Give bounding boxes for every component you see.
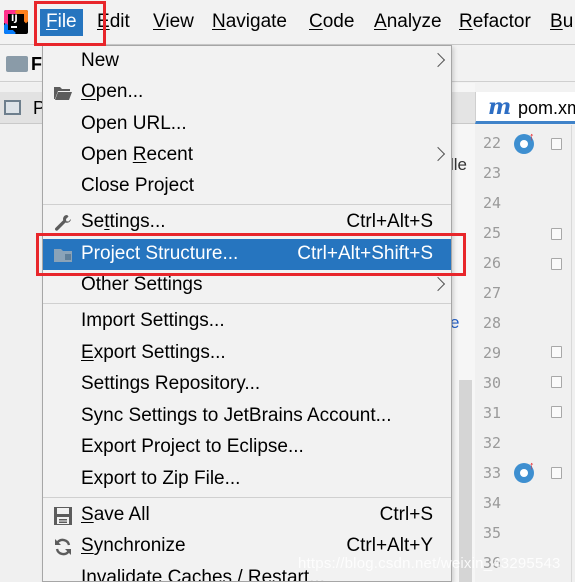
menu-item-label: Open Recent <box>81 144 193 165</box>
line-number: 23 <box>483 164 502 182</box>
line-number: 33 <box>483 464 502 482</box>
menu-item-open-recent[interactable]: Open Recent <box>43 140 451 171</box>
menu-item-open[interactable]: Open... <box>43 77 451 108</box>
project-tree-scrollbar[interactable] <box>459 380 472 582</box>
watermark: https://blog.csdn.net/weixin_43295543 <box>298 555 561 572</box>
menu-item-project-structure[interactable]: Project Structure... Ctrl+Alt+Shift+S <box>43 239 451 270</box>
editor-tab-pom[interactable]: m pom.xm <box>475 92 575 124</box>
open-folder-icon <box>54 87 72 100</box>
menu-analyze[interactable]: Analyze <box>374 11 442 33</box>
menu-item-label: Invalidate Caches / Restart... <box>81 567 325 582</box>
project-structure-icon <box>54 249 72 262</box>
menu-item-label: Other Settings <box>81 274 203 295</box>
menu-separator <box>43 303 451 304</box>
menu-item-new[interactable]: New <box>43 46 451 77</box>
fold-marker-icon[interactable] <box>551 138 562 150</box>
synchronize-icon <box>55 538 71 556</box>
line-number: 28 <box>483 314 502 332</box>
submenu-arrow-icon <box>430 276 446 292</box>
line-number: 30 <box>483 374 502 392</box>
menu-item-label: Synchronize <box>81 535 186 556</box>
menu-separator <box>43 497 451 498</box>
fold-marker-icon[interactable] <box>551 467 562 479</box>
menu-item-label: Settings Repository... <box>81 373 261 394</box>
project-folder-icon <box>6 56 28 72</box>
menu-refactor[interactable]: Refactor <box>459 11 531 33</box>
menu-item-label: Save All <box>81 504 150 525</box>
maven-icon: m <box>488 94 512 120</box>
menu-item-settings-repository[interactable]: Settings Repository... <box>43 369 451 400</box>
wrench-icon <box>55 215 71 231</box>
line-number: 22 <box>483 134 502 152</box>
fold-marker-icon[interactable] <box>551 228 562 240</box>
line-number: 32 <box>483 434 502 452</box>
menu-item-import-settings[interactable]: Import Settings... <box>43 306 451 337</box>
line-number: 26 <box>483 254 502 272</box>
menu-item-shortcut: Ctrl+Alt+Y <box>346 535 433 556</box>
line-number: 25 <box>483 224 502 242</box>
project-tool-tab[interactable]: P <box>0 92 45 124</box>
project-tree-header <box>450 92 475 124</box>
menu-item-label: Project Structure... <box>81 243 239 264</box>
menu-edit[interactable]: Edit <box>97 11 130 33</box>
fold-marker-icon[interactable] <box>551 406 562 418</box>
left-tool-strip <box>0 83 42 582</box>
menu-item-sync-settings[interactable]: Sync Settings to JetBrains Account... <box>43 401 451 432</box>
menu-item-shortcut: Ctrl+S <box>379 504 433 525</box>
gutter-divider <box>571 125 572 582</box>
menu-item-label: New <box>81 50 120 71</box>
menu-item-save-all[interactable]: Save All Ctrl+S <box>43 500 451 531</box>
menu-separator <box>43 204 451 205</box>
menu-item-export-zip[interactable]: Export to Zip File... <box>43 464 451 495</box>
menu-item-close-project[interactable]: Close Project <box>43 171 451 202</box>
menu-build[interactable]: Bu <box>550 11 573 33</box>
fold-marker-icon[interactable] <box>551 258 562 270</box>
menu-item-export-settings[interactable]: Export Settings... <box>43 338 451 369</box>
override-arrow-icon: ↑ <box>529 131 535 143</box>
menu-item-label: Open URL... <box>81 113 187 134</box>
submenu-arrow-icon <box>430 52 446 68</box>
menu-item-label: Close Project <box>81 175 194 196</box>
menu-item-label: Sync Settings to JetBrains Account... <box>81 405 392 426</box>
line-number: 29 <box>483 344 502 362</box>
fold-marker-icon[interactable] <box>551 346 562 358</box>
menu-file-label: ile <box>57 11 77 32</box>
file-menu-dropdown: New Open... Open URL... Open Recent Clos… <box>42 45 452 582</box>
menu-item-other-settings[interactable]: Other Settings <box>43 270 451 301</box>
menu-item-settings[interactable]: Settings... Ctrl+Alt+S <box>43 207 451 238</box>
project-name: F <box>31 54 42 74</box>
line-number: 27 <box>483 284 502 302</box>
line-number: 24 <box>483 194 502 212</box>
editor-tab-label: pom.xm <box>518 98 575 118</box>
menu-navigate[interactable]: Navigate <box>212 11 287 33</box>
line-number: 35 <box>483 524 502 542</box>
menu-item-label: Export Project to Eclipse... <box>81 436 304 457</box>
override-arrow-icon: ↑ <box>529 460 535 472</box>
line-number: 31 <box>483 404 502 422</box>
menu-file[interactable]: File <box>40 9 83 36</box>
menu-item-label: Import Settings... <box>81 310 225 331</box>
submenu-arrow-icon <box>430 146 446 162</box>
menu-item-shortcut: Ctrl+Alt+S <box>346 211 433 232</box>
main-menu-bar: IJ File Edit View Navigate Code Analyze … <box>0 0 575 45</box>
menu-item-export-eclipse[interactable]: Export Project to Eclipse... <box>43 432 451 463</box>
line-number: 34 <box>483 494 502 512</box>
save-icon <box>54 507 72 525</box>
menu-item-label: Open... <box>81 81 144 102</box>
menu-code[interactable]: Code <box>309 11 354 33</box>
tree-item-text: lle <box>450 155 468 174</box>
menu-view[interactable]: View <box>153 11 194 33</box>
mnemonic: O <box>81 81 96 102</box>
menu-item-label: Export Settings... <box>81 342 226 363</box>
menu-item-open-url[interactable]: Open URL... <box>43 109 451 140</box>
intellij-logo-icon: IJ <box>4 10 28 34</box>
menu-item-label: Export to Zip File... <box>81 468 241 489</box>
project-window-icon <box>4 100 21 115</box>
menu-item-shortcut: Ctrl+Alt+Shift+S <box>297 243 433 264</box>
fold-marker-icon[interactable] <box>551 376 562 388</box>
menu-item-label: Settings... <box>81 211 166 232</box>
